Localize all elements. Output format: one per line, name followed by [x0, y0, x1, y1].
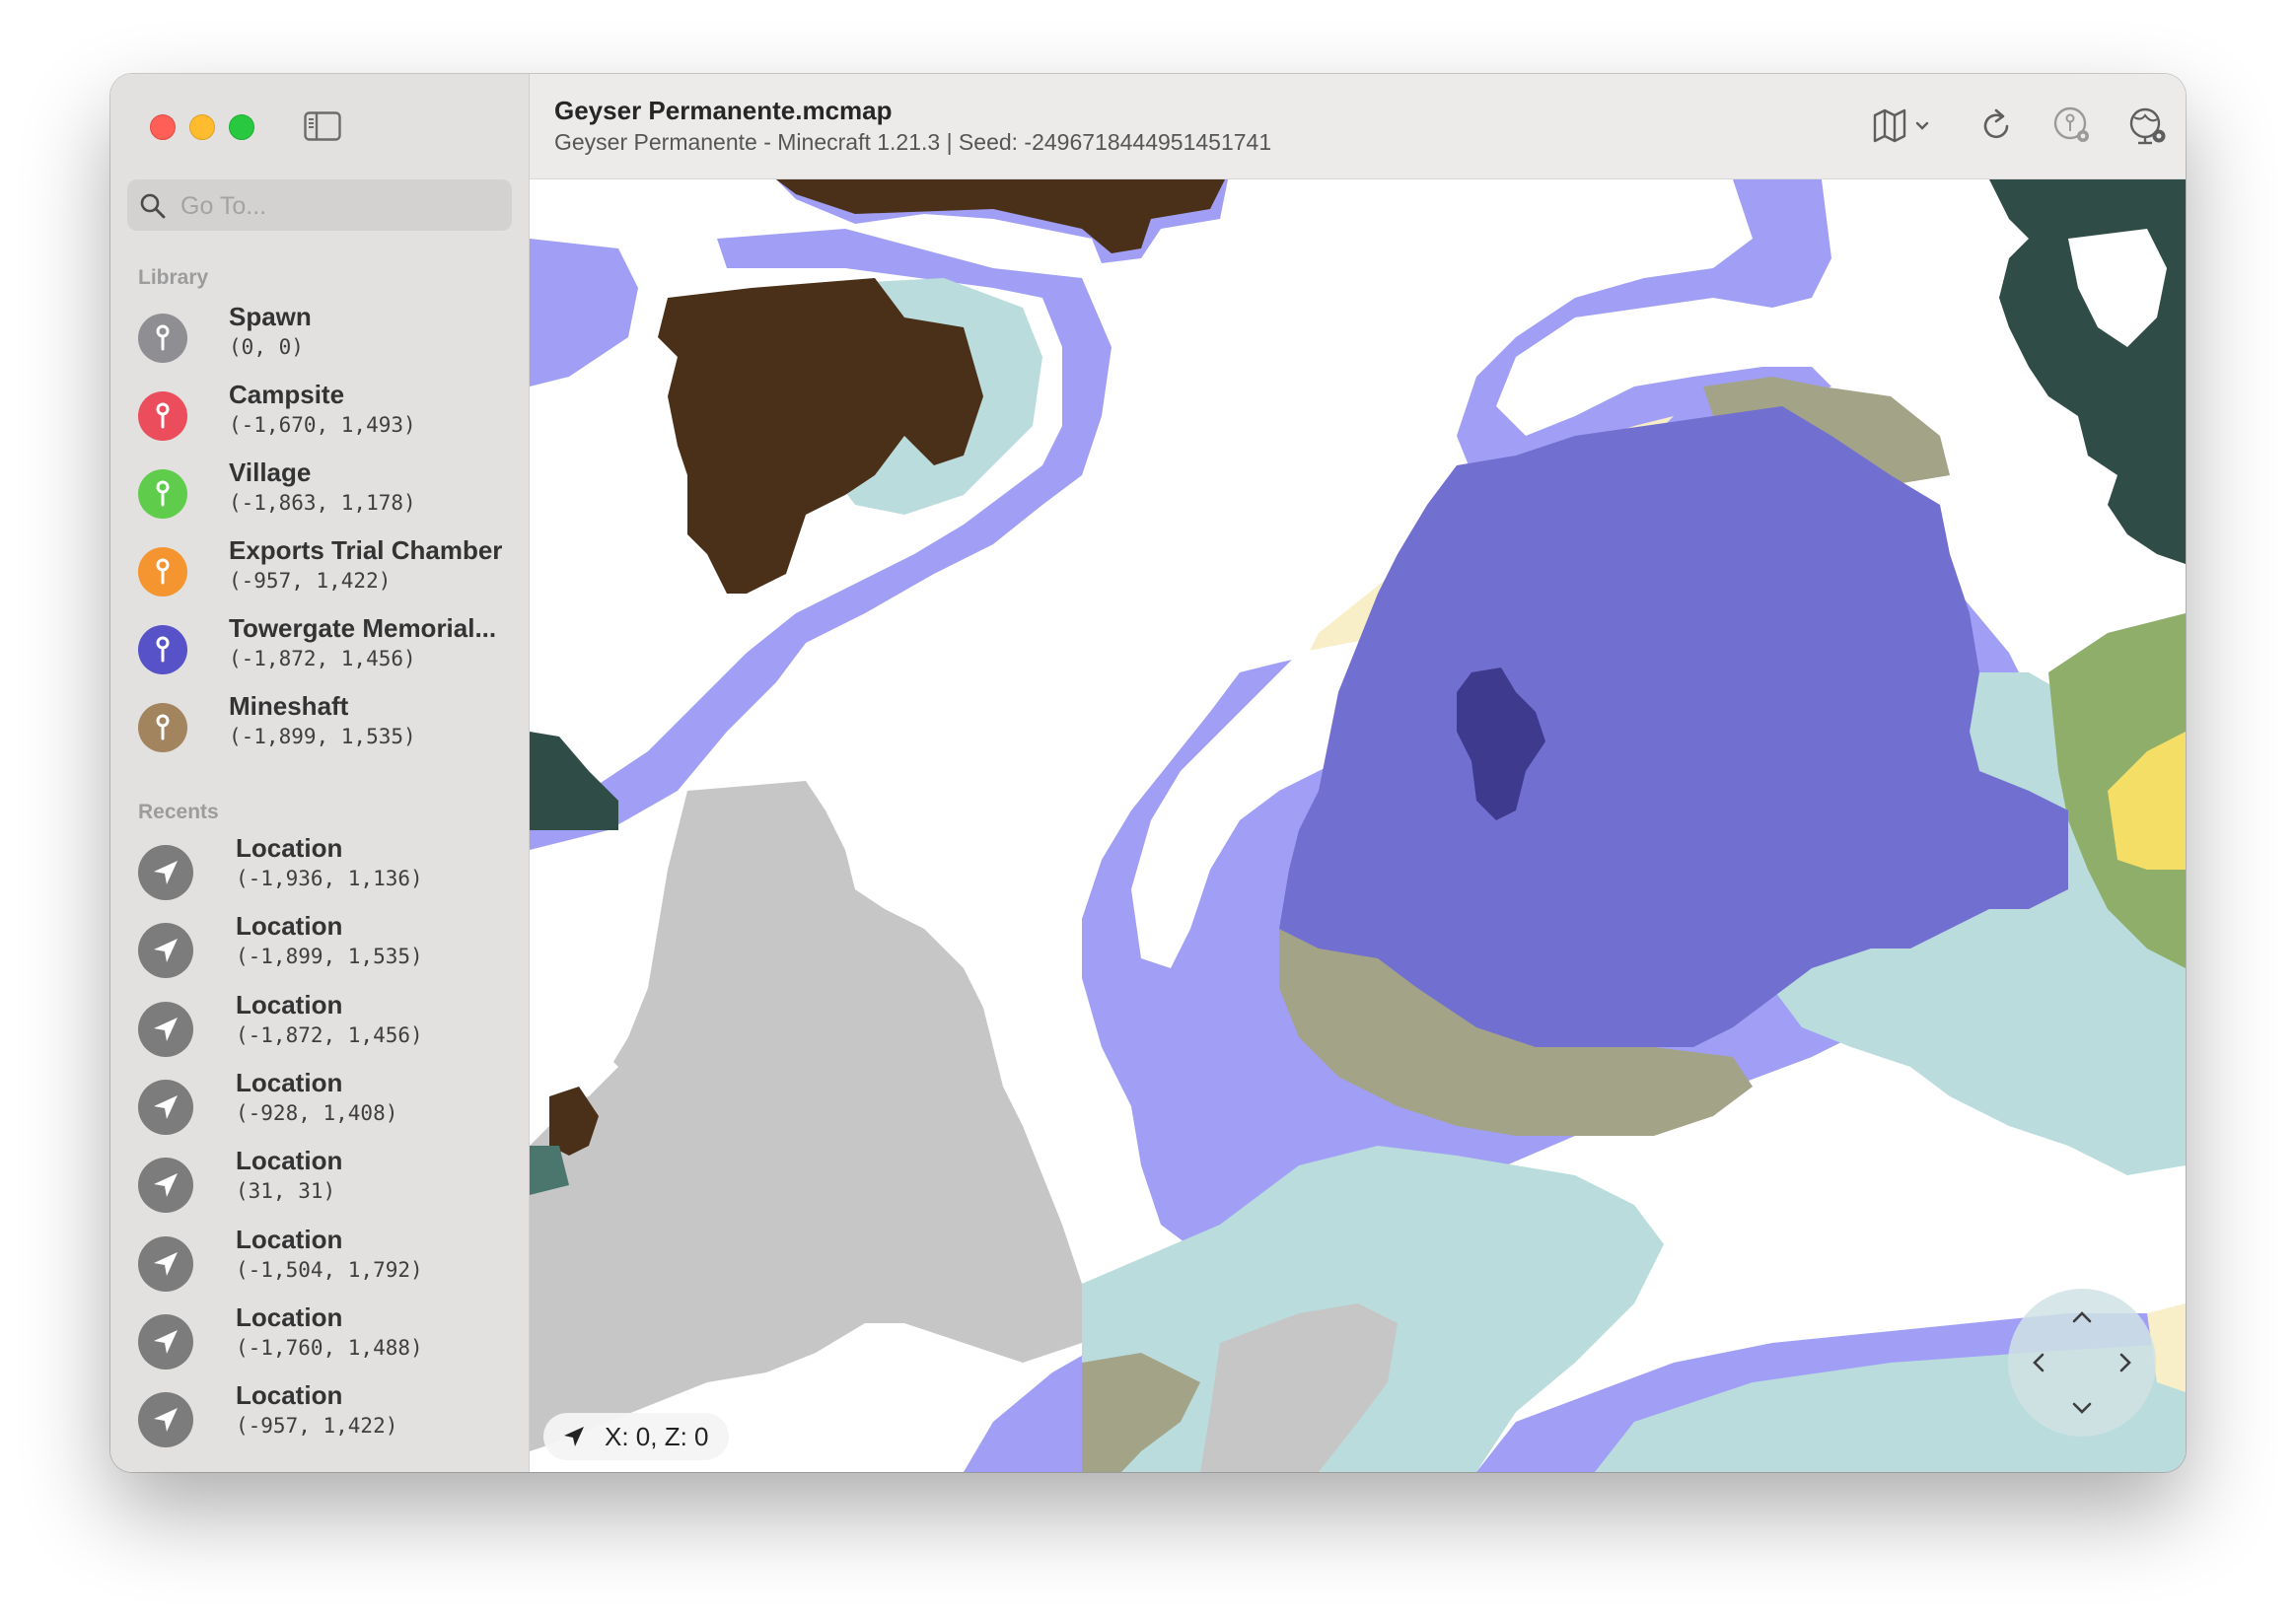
location-arrow-icon	[138, 923, 193, 979]
titlebar: Geyser Permanente.mcmap Geyser Permanent…	[530, 74, 2186, 179]
location-arrow-icon	[138, 1079, 193, 1135]
pan-up-arrow-icon[interactable]	[2067, 1302, 2097, 1332]
library-item[interactable]: Campsite (-1,670, 1,493)	[130, 380, 515, 449]
map-style-button[interactable]	[1871, 104, 1940, 149]
map-navigation-dpad	[2008, 1289, 2156, 1437]
location-arrow-icon	[138, 1313, 193, 1370]
recent-location-item[interactable]: Location (-957, 1,422)	[130, 1380, 515, 1449]
recent-item-name: Location	[236, 1067, 343, 1097]
library-item-coords: (-1,863, 1,178)	[229, 491, 416, 515]
recent-item-name: Location	[236, 1380, 343, 1411]
recent-location-item[interactable]: Location (31, 31)	[130, 1146, 515, 1215]
pin-settings-button[interactable]	[2050, 104, 2096, 149]
library-item-coords: (-1,872, 1,456)	[229, 647, 416, 670]
goto-search-field[interactable]	[127, 179, 512, 233]
map-pin-icon	[138, 391, 187, 441]
location-arrow-icon	[138, 1235, 193, 1292]
coordinate-readout-text: X: 0, Z: 0	[605, 1422, 709, 1451]
recent-item-coords: (-928, 1,408)	[236, 1100, 398, 1125]
biome-map[interactable]	[530, 179, 2186, 1472]
recent-item-name: Location	[236, 833, 343, 863]
library-item-name: Spawn	[229, 302, 312, 331]
recent-item-coords: (-1,936, 1,136)	[236, 867, 423, 890]
recent-item-coords: (-1,899, 1,535)	[236, 945, 423, 969]
library-item-name: Village	[229, 457, 312, 487]
library-item-coords: (-1,899, 1,535)	[229, 725, 416, 748]
library-item-coords: (-957, 1,422)	[229, 569, 392, 593]
library-item[interactable]: Towergate Memorial... (-1,872, 1,456)	[130, 613, 515, 682]
recent-item-name: Location	[236, 1146, 343, 1176]
world-settings-button[interactable]	[2125, 104, 2171, 149]
map-pin-icon	[138, 703, 187, 752]
location-arrow-icon	[138, 1001, 193, 1057]
pin-settings-icon	[2053, 106, 2089, 142]
recent-item-name: Location	[236, 1301, 343, 1332]
close-window-button[interactable]	[150, 114, 176, 140]
location-arrow-icon	[138, 1392, 193, 1448]
recent-item-coords: (-1,872, 1,456)	[236, 1022, 423, 1047]
map-icon	[1873, 108, 1906, 143]
search-icon	[140, 193, 166, 219]
map-pin-icon	[138, 547, 187, 597]
coordinate-readout: X: 0, Z: 0	[543, 1413, 729, 1460]
minimize-window-button[interactable]	[189, 114, 215, 140]
recent-item-coords: (31, 31)	[236, 1179, 336, 1204]
refresh-button[interactable]	[1977, 104, 2017, 149]
sidebar: Library Spawn (0, 0) Campsite (-1,670, 1,49…	[110, 74, 530, 1472]
world-settings-icon	[2129, 107, 2166, 145]
recent-location-item[interactable]: Location (-1,872, 1,456)	[130, 990, 515, 1059]
recent-item-name: Location	[236, 911, 343, 942]
library-item-coords: (0, 0)	[229, 335, 304, 359]
recent-location-item[interactable]: Location (-1,504, 1,792)	[130, 1225, 515, 1294]
recent-location-item[interactable]: Location (-1,936, 1,136)	[130, 833, 515, 902]
sidebar-toggle-icon[interactable]	[304, 111, 341, 141]
refresh-icon	[1983, 108, 2009, 139]
recent-item-coords: (-1,504, 1,792)	[236, 1257, 423, 1282]
recent-item-coords: (-1,760, 1,488)	[236, 1335, 423, 1360]
library-item[interactable]: Spawn (0, 0)	[130, 302, 515, 371]
library-item-name: Towergate Memorial...	[229, 613, 497, 643]
map-pin-icon	[138, 314, 187, 363]
recent-item-coords: (-957, 1,422)	[236, 1414, 398, 1439]
biome-region-mountain	[530, 781, 1082, 1451]
document-title: Geyser Permanente.mcmap	[554, 96, 893, 125]
recent-item-name: Location	[236, 989, 343, 1019]
library-section-title: Library	[138, 266, 209, 289]
goto-search-input[interactable]	[179, 179, 498, 233]
location-arrow-icon	[564, 1427, 584, 1446]
pan-right-arrow-icon[interactable]	[2111, 1348, 2140, 1377]
recent-item-name: Location	[236, 1224, 343, 1254]
pan-left-arrow-icon[interactable]	[2024, 1348, 2053, 1377]
biome-region-river	[530, 239, 638, 387]
app-window: Library Spawn (0, 0) Campsite (-1,670, 1,49…	[110, 74, 2186, 1472]
library-item-name: Mineshaft	[229, 691, 349, 721]
map-pin-icon	[138, 469, 187, 519]
library-item-name: Exports Trial Chamber	[229, 535, 503, 565]
library-item-coords: (-1,670, 1,493)	[229, 413, 416, 437]
document-subtitle: Geyser Permanente - Minecraft 1.21.3 | S…	[554, 129, 1272, 155]
library-item[interactable]: Village (-1,863, 1,178)	[130, 457, 515, 527]
recent-location-item[interactable]: Location (-928, 1,408)	[130, 1068, 515, 1137]
recent-location-item[interactable]: Location (-1,899, 1,535)	[130, 911, 515, 980]
map-pin-icon	[138, 625, 187, 674]
library-item[interactable]: Mineshaft (-1,899, 1,535)	[130, 691, 515, 760]
library-item-name: Campsite	[229, 380, 345, 409]
chevron-down-icon	[1915, 121, 1929, 130]
pan-down-arrow-icon[interactable]	[2067, 1393, 2097, 1423]
library-item[interactable]: Exports Trial Chamber (-957, 1,422)	[130, 535, 515, 604]
recents-section-title: Recents	[138, 801, 219, 823]
recent-location-item[interactable]: Location (-1,760, 1,488)	[130, 1302, 515, 1371]
map-view[interactable]: X: 0, Z: 0	[530, 179, 2186, 1472]
zoom-window-button[interactable]	[229, 114, 254, 140]
location-arrow-icon	[138, 1158, 193, 1214]
location-arrow-icon	[138, 845, 193, 900]
